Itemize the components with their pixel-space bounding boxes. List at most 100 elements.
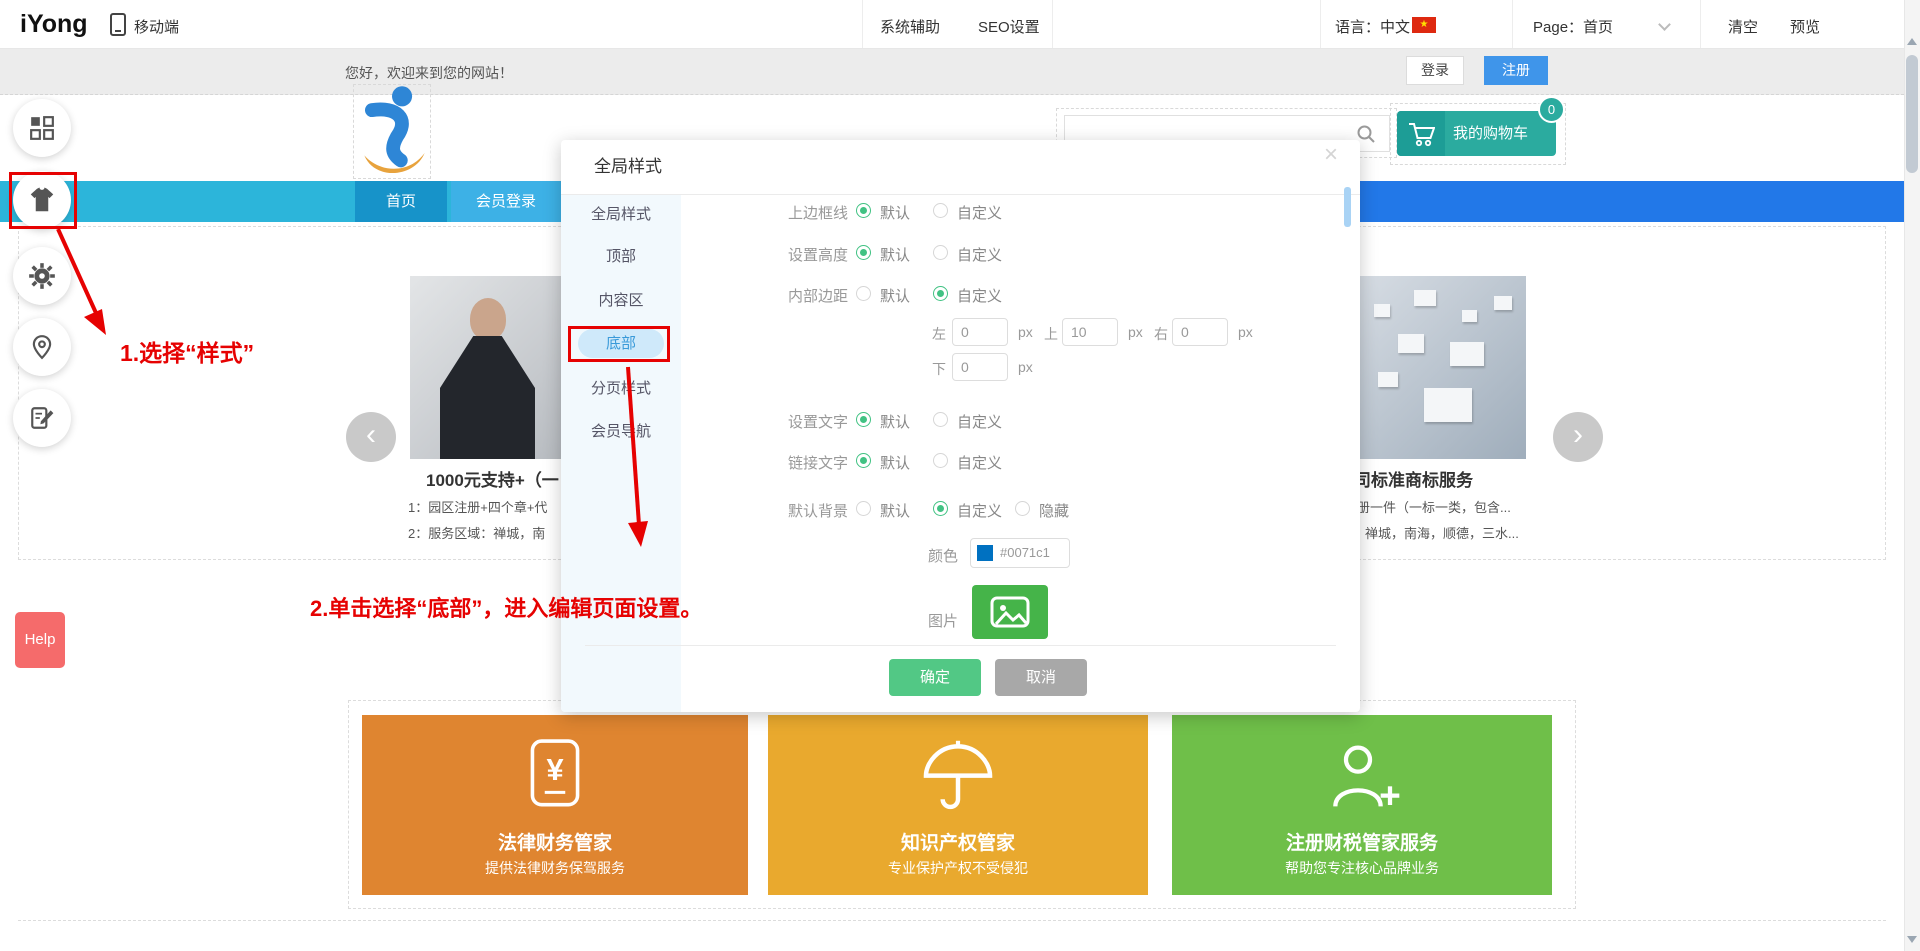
px-unit: px [1018,359,1033,375]
product-image-right[interactable] [1354,276,1526,459]
color-value: #0071c1 [1000,545,1050,560]
radio-label[interactable]: 自定义 [957,285,1002,306]
mobile-toggle[interactable]: 移动端 [134,16,179,37]
radio-label[interactable]: 自定义 [957,411,1002,432]
radio-default[interactable] [856,412,871,427]
radio-default[interactable] [856,453,871,468]
padding-bottom-input[interactable] [952,353,1008,381]
radio-custom[interactable] [933,501,948,516]
radio-default[interactable] [856,203,871,218]
image-upload-button[interactable] [972,585,1048,639]
yuan-document-icon: ¥ [530,739,580,807]
radio-default[interactable] [856,286,871,301]
annotation-arrow-2 [626,366,648,547]
close-icon[interactable]: × [1324,141,1338,169]
svg-text:¥: ¥ [546,752,563,787]
scroll-up-arrow[interactable] [1907,38,1917,45]
service-card-tax[interactable]: 注册财税管家服务 帮助您专注核心品牌业务 [1172,715,1552,895]
mobile-icon [110,13,126,36]
px-unit: px [1238,324,1253,340]
annotation-step1: 1.选择“样式” [120,340,255,366]
radio-label[interactable]: 自定义 [957,244,1002,265]
padding-top-label: 上 [1044,326,1058,342]
system-assist-button[interactable]: 系统辅助 [880,16,940,37]
radio-hide[interactable] [1015,501,1030,516]
product-title-right[interactable]: 司标准商标服务 [1354,466,1473,491]
umbrella-icon [923,740,993,810]
login-button[interactable]: 登录 [1406,56,1464,85]
form-label: 设置高度 [787,247,848,264]
toolbar-divider [1052,0,1053,48]
modal-nav-content[interactable]: 内容区 [561,286,681,316]
radio-custom[interactable] [933,203,948,218]
padding-left-input[interactable] [952,318,1008,346]
cancel-button[interactable]: 取消 [995,659,1087,696]
scroll-down-arrow[interactable] [1907,936,1917,943]
radio-default[interactable] [856,245,871,260]
toolbar-divider [1700,0,1701,48]
app-logo: iYong [20,10,88,38]
modal-footer-divider [585,645,1336,646]
color-swatch[interactable] [977,545,993,561]
preview-button[interactable]: 预览 [1790,16,1820,37]
nav-tab-member-login[interactable]: 会员登录 [451,181,561,222]
radio-label[interactable]: 自定义 [957,202,1002,223]
nav-tab-home[interactable]: 首页 [355,181,447,222]
radio-label[interactable]: 默认 [880,500,910,521]
confirm-button[interactable]: 确定 [889,659,981,696]
register-button[interactable]: 注册 [1484,56,1548,85]
section-divider [18,920,1886,921]
radio-label[interactable]: 默认 [880,411,910,432]
photo-figure [440,336,535,459]
radio-label[interactable]: 隐藏 [1039,500,1069,521]
radio-custom[interactable] [933,286,948,301]
welcome-text: 您好，欢迎来到您的网站！ [345,65,513,81]
cart-label: 我的购物车 [1453,125,1529,142]
modal-nav-global-style[interactable]: 全局样式 [561,200,681,230]
carousel-prev-button[interactable]: ‹ [346,412,396,462]
modal-scrollbar[interactable] [1344,187,1351,227]
edit-tool-button[interactable] [13,389,71,447]
annotation-step2: 2.单击选择“底部”，进入编辑页面设置。 [310,596,703,621]
toolbar-divider [1320,0,1321,48]
scrollbar-thumb[interactable] [1906,55,1918,173]
radio-label[interactable]: 自定义 [957,500,1002,521]
clear-button[interactable]: 清空 [1728,16,1758,37]
annotation-box-style-tool [9,172,77,229]
service-card-legal-finance[interactable]: ¥ 法律财务管家 提供法律财务保驾服务 [362,715,748,895]
radio-custom[interactable] [933,453,948,468]
modal-nav-top[interactable]: 顶部 [561,242,681,272]
padding-right-label: 右 [1154,326,1168,342]
help-button[interactable]: Help [15,612,65,668]
form-label: 上边框线 [787,205,848,222]
image-icon [990,596,1030,628]
radio-label[interactable]: 自定义 [957,452,1002,473]
padding-right-input[interactable] [1172,318,1228,346]
radio-custom[interactable] [933,412,948,427]
photo-figure [470,298,506,340]
logo-region[interactable] [353,84,431,179]
cart-button[interactable]: 我的购物车 [1397,111,1556,156]
padding-top-input[interactable] [1062,318,1118,346]
radio-default[interactable] [856,501,871,516]
language-selector[interactable]: 语言：中文 [1335,16,1410,37]
radio-label[interactable]: 默认 [880,285,910,306]
service-subtitle: 帮助您专注核心品牌业务 [1285,860,1439,876]
site-logo [364,86,425,174]
carousel-next-button[interactable]: › [1553,412,1603,462]
product-image-left[interactable] [410,276,563,459]
radio-label[interactable]: 默认 [880,452,910,473]
product-title-left[interactable]: 1000元支持+（一 [426,466,559,491]
service-card-ip[interactable]: 知识产权管家 专业保护产权不受侵犯 [768,715,1148,895]
welcome-bar [0,49,1904,95]
seo-settings-button[interactable]: SEO设置 [978,16,1040,37]
modules-tool-button[interactable] [13,99,71,157]
page-selector[interactable]: Page：首页 [1533,16,1613,37]
product-line: 注册一件（一标一类，包含... [1344,500,1511,515]
form-label: 设置文字 [787,414,848,431]
radio-label[interactable]: 默认 [880,244,910,265]
radio-label[interactable]: 默认 [880,202,910,223]
radio-custom[interactable] [933,245,948,260]
form-label: 链接文字 [787,455,848,472]
form-label: 内部边距 [787,288,848,305]
